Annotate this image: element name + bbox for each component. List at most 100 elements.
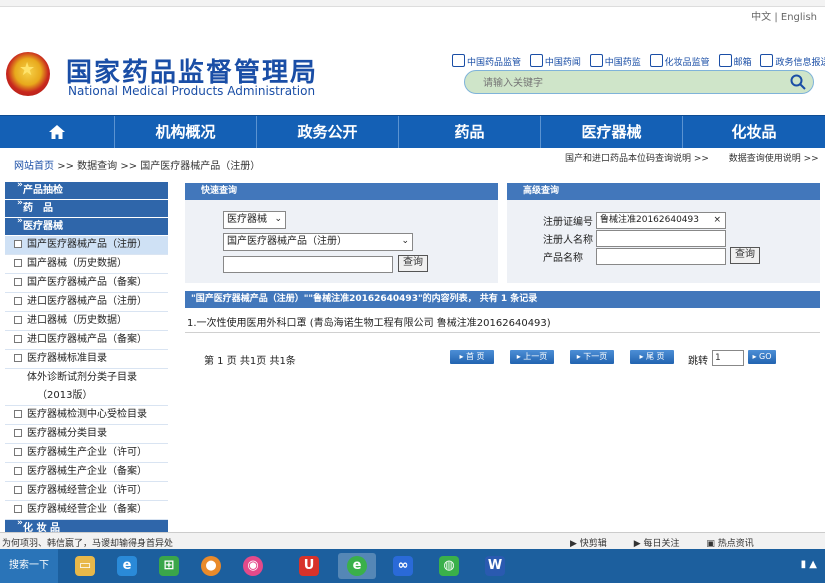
jump-page-input[interactable]: 1	[712, 350, 744, 366]
sidebar-item-distributor-filed[interactable]: 医疗器械经营企业（备案）	[5, 501, 168, 520]
quicklink-drug-news[interactable]: 中国药闻	[529, 54, 581, 68]
search-icon[interactable]	[789, 73, 807, 91]
sidebar-item-classification[interactable]: 医疗器械分类目录	[5, 425, 168, 444]
lang-zh-link[interactable]: 中文	[751, 12, 771, 23]
prev-page-button[interactable]: ▸ 上一页	[510, 350, 554, 364]
sidebar-head-devices[interactable]: 医疗器械	[5, 213, 168, 236]
nav-drugs[interactable]: 药品	[399, 116, 541, 148]
advanced-query-button[interactable]: 查询	[730, 247, 760, 264]
first-page-button[interactable]: ▸ 首 页	[450, 350, 494, 364]
search-input[interactable]	[481, 74, 775, 92]
pagination-info: 第 1 页 共1页 共1条	[204, 356, 296, 367]
sidebar-item-standards[interactable]: 医疗器械标准目录	[5, 350, 168, 369]
breadcrumb: 网站首页 >> 数据查询 >> 国产医疗器械产品（注册）	[14, 157, 260, 172]
quicklink-drug-regulation[interactable]: 中国药品监管	[452, 54, 521, 68]
chevron-down-icon: ⌄	[401, 236, 409, 246]
sidebar-item-domestic-registered[interactable]: 国产医疗器械产品（注册）	[5, 236, 168, 255]
category-select[interactable]: 医疗器械 ⌄	[223, 211, 286, 229]
taskbar-ie[interactable]: e	[108, 553, 146, 579]
quick-edit-link[interactable]: ▶ 快剪辑	[570, 539, 619, 549]
daily-follow-link[interactable]: ▶ 每日关注	[634, 539, 692, 549]
result-row-1[interactable]: 1.一次性使用医用外科口罩 (青岛海诺生物工程有限公司 鲁械注准20162640…	[187, 314, 551, 329]
folder-icon: ▭	[75, 556, 95, 576]
registrant-name-label: 注册人名称	[543, 235, 593, 246]
taskbar-browser[interactable]: e	[338, 553, 376, 579]
sidebar-head-sampling[interactable]: 产品抽检	[5, 182, 168, 200]
sidebar-item-domestic-filed[interactable]: 国产医疗器械产品（备案）	[5, 274, 168, 293]
nav-medical-devices[interactable]: 医疗器械	[541, 116, 683, 148]
sidebar-item-import-filed[interactable]: 进口医疗器械产品（备案）	[5, 331, 168, 350]
breadcrumb-data-query[interactable]: 数据查询	[77, 161, 117, 172]
sidebar-head-cosmetics[interactable]: 化 妆 品	[5, 515, 168, 532]
quick-query-panel: 快速查询 医疗器械 ⌄ 国产医疗器械产品（注册） ⌄ 查询	[185, 183, 498, 283]
monitor-icon	[760, 54, 774, 67]
registrant-name-input[interactable]	[596, 230, 726, 247]
clear-icon[interactable]: ×	[713, 213, 721, 228]
app-icon: U	[299, 556, 319, 576]
quick-query-button[interactable]: 查询	[398, 255, 428, 272]
taskbar: 搜索一下 ▭ e ⊞ ● ◉ U e ∞ ◍ W ▮ ▲	[0, 549, 825, 583]
quick-keyword-input[interactable]	[223, 256, 393, 273]
taskbar-search-button[interactable]: 搜索一下	[0, 549, 58, 583]
sidebar-item-ivd-catalog-edition[interactable]: （2013版）	[5, 387, 168, 406]
sidebar-item-import-history[interactable]: 进口器械（历史数据）	[5, 312, 168, 331]
sidebar-head-drugs[interactable]: 药 品	[5, 195, 168, 218]
drug-code-help-link[interactable]: 国产和进口药品本位码查询说明 >>	[565, 154, 709, 164]
status-actions: ▶ 快剪辑 ▶ 每日关注 ▣ 热点资讯	[570, 536, 778, 549]
taskbar-app-colorful[interactable]: ◉	[234, 553, 272, 579]
lang-en-link[interactable]: English	[781, 12, 817, 23]
product-name-input[interactable]	[596, 248, 726, 265]
next-page-button[interactable]: ▸ 下一页	[570, 350, 614, 364]
chevron-down-icon: ⌄	[274, 214, 282, 224]
nav-organization[interactable]: 机构概况	[115, 116, 257, 148]
go-button[interactable]: ▸ GO	[748, 350, 776, 364]
sidebar-item-testing-center[interactable]: 医疗器械检测中心受检目录	[5, 406, 168, 425]
quicklink-mailbox[interactable]: 邮箱	[718, 54, 752, 68]
nav-cosmetics[interactable]: 化妆品	[683, 116, 825, 148]
breadcrumb-current: 国产医疗器械产品（注册）	[140, 161, 261, 172]
hot-news-link[interactable]: ▣ 热点资讯	[706, 539, 765, 549]
sidebar-item-manufacturer-license[interactable]: 医疗器械生产企业（许可）	[5, 444, 168, 463]
breadcrumb-separator: >>	[57, 161, 74, 172]
last-page-button[interactable]: ▸ 尾 页	[630, 350, 674, 364]
phone-icon	[589, 54, 603, 67]
database-select[interactable]: 国产医疗器械产品（注册） ⌄	[223, 233, 413, 251]
sidebar: 产品抽检 药 品 医疗器械 国产医疗器械产品（注册） 国产器械（历史数据） 国产…	[5, 182, 168, 532]
quicklink-drug-supervision[interactable]: 中国药监	[589, 54, 641, 68]
nav-government-affairs[interactable]: 政务公开	[257, 116, 399, 148]
weibo-icon	[452, 54, 465, 67]
sidebar-item-domestic-history[interactable]: 国产器械（历史数据）	[5, 255, 168, 274]
taskbar-app-red[interactable]: U	[290, 553, 328, 579]
language-switch: 中文 | English	[751, 8, 817, 23]
jump-label: 跳转	[688, 356, 708, 367]
taskbar-app-orange[interactable]: ●	[192, 553, 230, 579]
sidebar-item-distributor-license[interactable]: 医疗器械经营企业（许可）	[5, 482, 168, 501]
taskbar-file-explorer[interactable]: ▭	[66, 553, 104, 579]
sidebar-item-manufacturer-filed[interactable]: 医疗器械生产企业（备案）	[5, 463, 168, 482]
national-emblem-logo	[6, 52, 50, 96]
registration-number-input[interactable]: 鲁械注准20162640493 ×	[596, 212, 726, 229]
browser-status-bar: 为何项羽、韩信嬴了，马谡却输得身首异处 ▶ 快剪辑 ▶ 每日关注 ▣ 热点资讯	[0, 532, 825, 550]
results-header: "国产医疗器械产品（注册）""鲁械注准20162640493"的内容列表， 共有…	[185, 291, 820, 308]
app-icon: ◉	[243, 556, 263, 576]
breadcrumb-home[interactable]: 网站首页	[14, 161, 54, 172]
sidebar-item-ivd-catalog[interactable]: 体外诊断试剂分类子目录	[5, 369, 168, 387]
mail-icon	[718, 54, 732, 67]
help-links: 国产和进口药品本位码查询说明 >> 数据查询使用说明 >>	[565, 151, 819, 164]
query-usage-help-link[interactable]: 数据查询使用说明 >>	[729, 154, 819, 164]
taskbar-app-blue[interactable]: ∞	[384, 553, 422, 579]
taskbar-store[interactable]: ⊞	[150, 553, 188, 579]
taskbar-word[interactable]: W	[476, 553, 514, 579]
quicklink-cosmetics[interactable]: 化妆品监管	[649, 54, 710, 68]
header-quicklinks: 中国药品监管 中国药闻 中国药监 化妆品监管 邮箱 政务信息报送	[452, 54, 825, 68]
advanced-query-title: 高级查询	[507, 183, 820, 200]
quicklink-info-report[interactable]: 政务信息报送	[760, 54, 825, 68]
nav-home[interactable]	[0, 116, 115, 148]
browser-icon: e	[347, 556, 367, 576]
taskbar-wechat[interactable]: ◍	[430, 553, 468, 579]
wechat-icon	[529, 54, 543, 67]
sidebar-item-import-registered[interactable]: 进口医疗器械产品（注册）	[5, 293, 168, 312]
quick-query-title: 快速查询	[185, 183, 498, 200]
breadcrumb-separator: >>	[120, 161, 138, 172]
news-ticker[interactable]: 为何项羽、韩信嬴了，马谡却输得身首异处	[2, 536, 173, 549]
